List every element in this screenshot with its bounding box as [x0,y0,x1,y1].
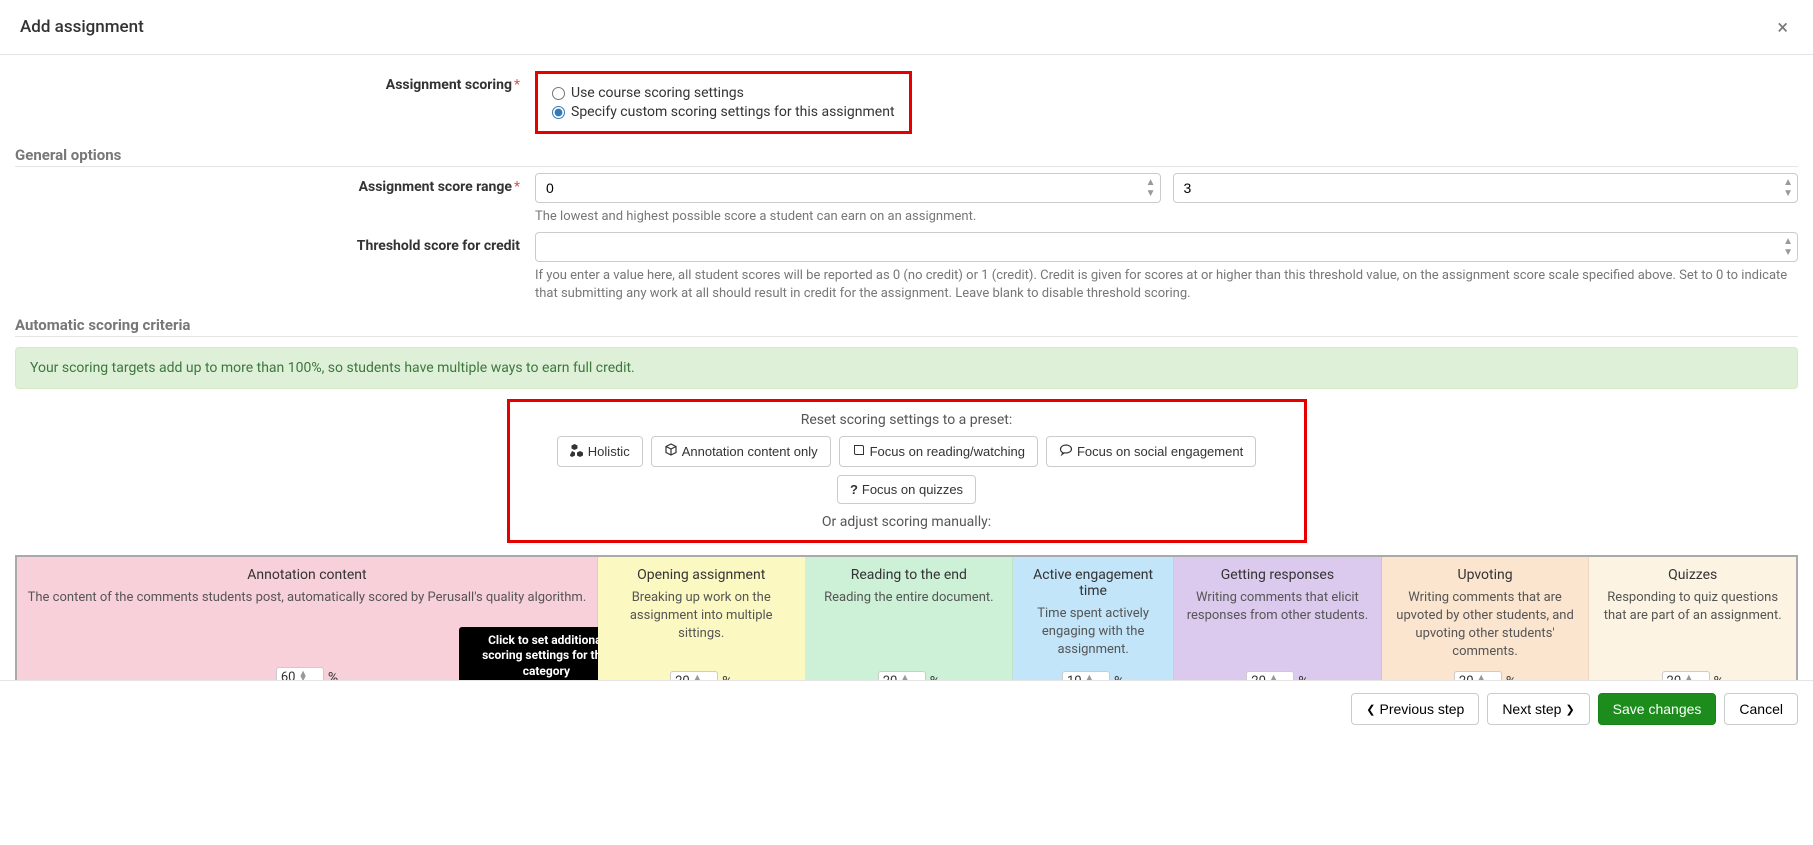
pct-symbol: % [1714,674,1724,680]
range-help: The lowest and highest possible score a … [535,208,1798,226]
threshold-input[interactable] [535,232,1798,262]
pct-input[interactable]: 20 ▲▼ [878,671,926,680]
pct-input[interactable]: 60 ▲▼ [276,667,324,680]
close-icon[interactable]: × [1772,15,1793,39]
card-desc: Time spent actively engaging with the as… [1023,605,1163,662]
alert-success: Your scoring targets add up to more than… [15,347,1798,389]
pct-symbol: % [1114,674,1124,680]
cancel-button[interactable]: Cancel [1724,693,1798,725]
card-getting-responses: Getting responses Writing comments that … [1174,557,1382,680]
card-title: Upvoting [1392,567,1579,583]
preset-reading-button[interactable]: Focus on reading/watching [839,436,1038,467]
card-title: Quizzes [1599,567,1786,583]
modal-footer: ❮ Previous step Next step ❯ Save changes… [0,680,1813,737]
preset-holistic-button[interactable]: Holistic [557,436,643,467]
pct-input[interactable]: 20 ▲▼ [1662,671,1710,680]
pct-symbol: % [1506,674,1516,680]
card-annotation-content: Annotation content The content of the co… [17,557,598,680]
card-title: Reading to the end [816,567,1003,583]
card-title: Getting responses [1184,567,1371,583]
range-label: Assignment score range* [15,173,535,195]
card-upvoting: Upvoting Writing comments that are upvot… [1382,557,1590,680]
radio-custom[interactable]: Specify custom scoring settings for this… [552,104,895,120]
card-quizzes: Quizzes Responding to quiz questions tha… [1589,557,1796,680]
card-reading-end: Reading to the end Reading the entire do… [806,557,1014,680]
comment-icon [1059,443,1073,460]
pct-symbol: % [722,674,732,680]
modal-title: Add assignment [20,17,144,37]
card-active-engagement: Active engagement time Time spent active… [1013,557,1174,680]
card-desc: Reading the entire document. [816,589,1003,662]
pct-input[interactable]: 20 ▲▼ [1246,671,1294,680]
next-step-button[interactable]: Next step ❯ [1487,693,1589,725]
card-desc: Breaking up work on the assignment into … [608,589,795,662]
chevron-right-icon: ❯ [1565,703,1574,716]
card-desc: Writing comments that elicit responses f… [1184,589,1371,662]
card-title: Annotation content [27,567,587,583]
chevron-left-icon: ❮ [1366,703,1375,716]
modal-header: Add assignment × [0,0,1813,55]
pct-input[interactable]: 20 ▲▼ [670,671,718,680]
preset-quizzes-button[interactable]: ? Focus on quizzes [837,475,976,504]
pct-input[interactable]: 20 ▲▼ [1454,671,1502,680]
card-desc: Writing comments that are upvoted by oth… [1392,589,1579,662]
pct-input[interactable]: 10 ▲▼ [1062,671,1110,680]
section-auto: Automatic scoring criteria [15,310,1798,337]
preset-label: Reset scoring settings to a preset: [524,412,1290,428]
pct-symbol: % [930,674,940,680]
pct-symbol: % [1298,674,1308,680]
threshold-help: If you enter a value here, all student s… [535,267,1798,303]
cube-icon [664,443,678,460]
card-opening-assignment: Opening assignment Breaking up work on t… [598,557,806,680]
save-changes-button[interactable]: Save changes [1598,693,1717,725]
range-max-input[interactable] [1173,173,1799,203]
range-min-input[interactable] [535,173,1161,203]
book-icon [852,443,866,460]
card-title: Opening assignment [608,567,795,583]
pct-symbol: % [328,670,338,680]
section-general: General options [15,140,1798,167]
preset-social-button[interactable]: Focus on social engagement [1046,436,1256,467]
scoring-cards: Annotation content The content of the co… [15,555,1798,680]
scoring-label: Assignment scoring* [15,71,535,93]
radio-use-course-input[interactable] [552,87,565,100]
card-title: Active engagement time [1023,567,1163,599]
scoring-radio-group: Use course scoring settings Specify cust… [535,71,912,134]
question-icon: ? [850,482,858,497]
modal-body: Assignment scoring* Use course scoring s… [0,55,1813,680]
radio-use-course[interactable]: Use course scoring settings [552,85,895,101]
or-adjust-label: Or adjust scoring manually: [524,514,1290,530]
previous-step-button[interactable]: ❮ Previous step [1351,693,1479,725]
cubes-icon [570,443,584,460]
threshold-label: Threshold score for credit [15,232,535,254]
preset-annotation-button[interactable]: Annotation content only [651,436,831,467]
card-desc: Responding to quiz questions that are pa… [1599,589,1786,662]
radio-custom-input[interactable] [552,106,565,119]
preset-box: Reset scoring settings to a preset: Holi… [507,399,1307,543]
